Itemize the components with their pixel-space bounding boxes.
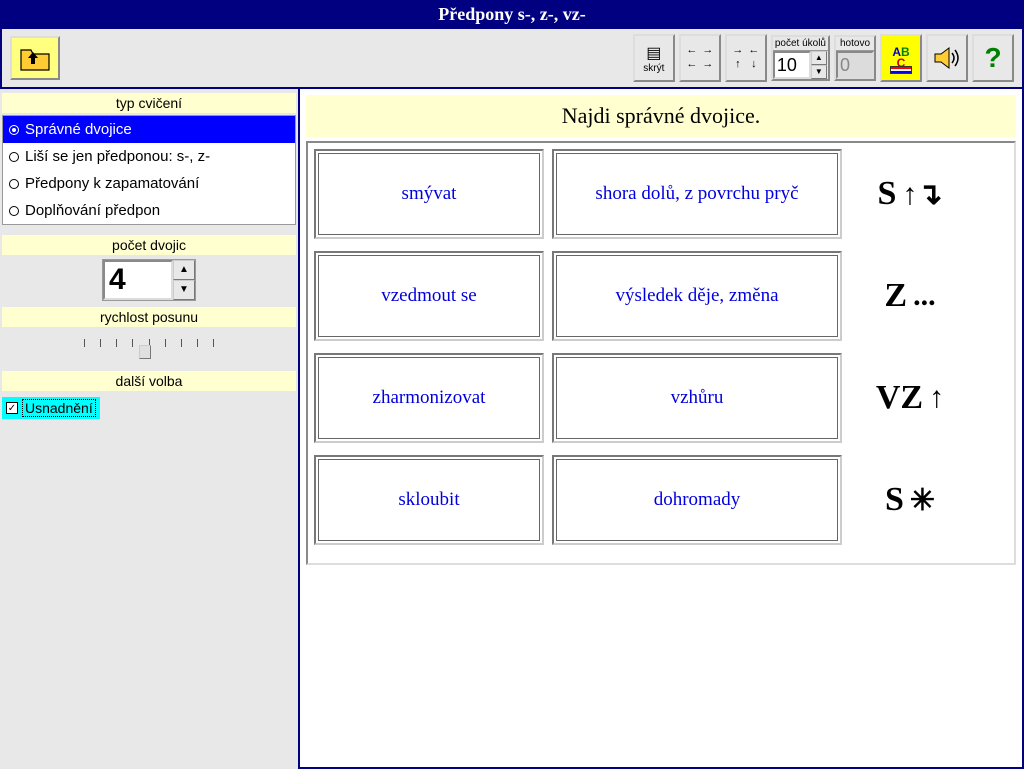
ease-checkbox-row[interactable]: ✓ Usnadnění [2, 397, 100, 419]
tasks-label: počet úkolů [773, 37, 828, 50]
tasks-input[interactable] [773, 51, 811, 79]
sound-button[interactable] [926, 34, 968, 82]
tasks-spinner: počet úkolů ▲ ▼ [771, 35, 830, 81]
speaker-icon [933, 46, 961, 70]
arrows-in-button[interactable]: →←↑↓ [725, 34, 767, 82]
exercise-type-option[interactable]: Předpony k zapamatování [3, 170, 295, 197]
flag-icon [890, 66, 912, 74]
pairs-count-header: počet dvojic [2, 235, 296, 255]
pairs-down-button[interactable]: ▼ [173, 280, 195, 300]
help-button[interactable]: ? [972, 34, 1014, 82]
exercise-type-option[interactable]: Liší se jen předponou: s-, z- [3, 143, 295, 170]
slider-thumb[interactable] [139, 345, 151, 359]
ease-label: Usnadnění [22, 399, 96, 417]
radio-icon [9, 125, 19, 135]
word-card[interactable]: zharmonizovat [314, 353, 544, 443]
meaning-card-text: výsledek děje, změna [556, 255, 838, 337]
word-card[interactable]: vzedmout se [314, 251, 544, 341]
card-row: zharmonizovatvzhůru VZ↑ [314, 353, 1008, 443]
toolbar: ▤ skrýt ←→←→ →←↑↓ počet úkolů ▲ ▼ hotovo [0, 29, 1024, 89]
open-folder-button[interactable] [10, 36, 60, 80]
speed-header: rychlost posunu [2, 307, 296, 327]
window-title: Předpony s-, z-, vz- [0, 0, 1024, 29]
pairs-up-button[interactable]: ▲ [173, 260, 195, 280]
meaning-card[interactable]: shora dolů, z povrchu pryč [552, 149, 842, 239]
pairs-input[interactable] [103, 260, 173, 300]
meaning-card-text: dohromady [556, 459, 838, 541]
tasks-up-button[interactable]: ▲ [811, 51, 827, 65]
help-icon: ? [984, 42, 1001, 74]
exercise-type-list: Správné dvojice Liší se jen předponou: s-… [2, 115, 296, 225]
radio-icon [9, 152, 19, 162]
document-icon: ▤ [646, 43, 661, 63]
main-panel: Najdi správné dvojice. smývatshora dolů,… [298, 89, 1024, 769]
done-label: hotovo [836, 37, 874, 50]
exercise-type-header: typ cvičení [2, 93, 296, 113]
checkbox-icon: ✓ [6, 402, 18, 414]
exercise-type-option[interactable]: Správné dvojice [3, 116, 295, 143]
meaning-card-text: shora dolů, z povrchu pryč [556, 153, 838, 235]
tasks-down-button[interactable]: ▼ [811, 65, 827, 79]
option-label: Doplňování předpon [25, 202, 160, 219]
hide-button[interactable]: ▤ skrýt [633, 34, 675, 82]
word-card-text: skloubit [318, 459, 540, 541]
card-row: smývatshora dolů, z povrchu pryč S↑↴ [314, 149, 1008, 239]
word-card[interactable]: skloubit [314, 455, 544, 545]
hint-symbol: S↑↴ [850, 175, 970, 213]
option-label: Správné dvojice [25, 121, 132, 138]
exercise-type-option[interactable]: Doplňování předpon [3, 197, 295, 224]
folder-up-icon [19, 44, 51, 72]
word-card-text: zharmonizovat [318, 357, 540, 439]
word-card-text: vzedmout se [318, 255, 540, 337]
done-spinner: hotovo [834, 35, 876, 81]
speed-slider[interactable] [84, 339, 214, 357]
hint-symbol: VZ↑ [850, 379, 970, 417]
arrows-out-button[interactable]: ←→←→ [679, 34, 721, 82]
meaning-card[interactable]: výsledek děje, změna [552, 251, 842, 341]
instruction-text: Najdi správné dvojice. [306, 95, 1016, 137]
radio-icon [9, 206, 19, 216]
hide-label: skrýt [643, 63, 664, 74]
radio-icon [9, 179, 19, 189]
card-row: skloubitdohromady S✳ [314, 455, 1008, 545]
hint-symbol: S✳ [850, 481, 970, 519]
abc-button[interactable]: ABC [880, 34, 922, 82]
option-label: Předpony k zapamatování [25, 175, 199, 192]
word-card-text: smývat [318, 153, 540, 235]
meaning-card-text: vzhůru [556, 357, 838, 439]
arrows-out-icon: ←→←→ [685, 45, 715, 71]
other-options-header: další volba [2, 371, 296, 391]
card-row: vzedmout sevýsledek děje, změna Z... [314, 251, 1008, 341]
cards-area: smývatshora dolů, z povrchu pryč S↑↴ vzedm… [306, 141, 1016, 565]
meaning-card[interactable]: vzhůru [552, 353, 842, 443]
meaning-card[interactable]: dohromady [552, 455, 842, 545]
word-card[interactable]: smývat [314, 149, 544, 239]
hint-symbol: Z... [850, 277, 970, 315]
option-label: Liší se jen předponou: s-, z- [25, 148, 210, 165]
arrows-in-icon: →←↑↓ [731, 45, 761, 71]
done-input [836, 51, 874, 79]
sidebar: typ cvičení Správné dvojice Liší se jen p… [0, 89, 298, 769]
pairs-spinner: ▲ ▼ [102, 259, 196, 301]
